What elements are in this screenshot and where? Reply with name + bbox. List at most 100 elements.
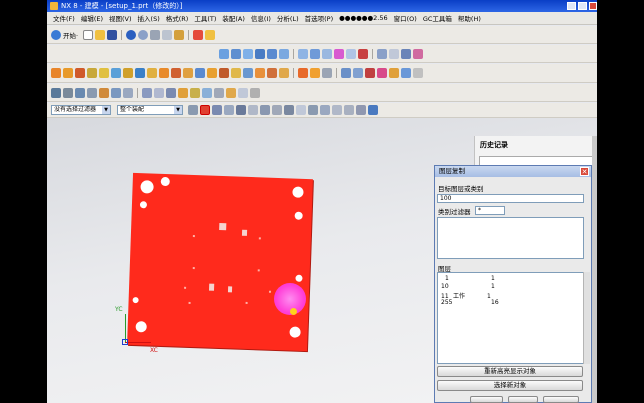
trim-curve-icon[interactable] — [202, 87, 212, 98]
offset-curve-icon[interactable] — [142, 87, 152, 98]
layer-list-scrollbar[interactable] — [583, 272, 590, 364]
apply-button[interactable] — [508, 396, 538, 403]
shell-icon[interactable] — [243, 68, 253, 78]
bounding-box-icon[interactable] — [368, 105, 378, 115]
layer-row[interactable]: 255 16 — [441, 299, 499, 306]
command-finder-icon[interactable] — [205, 29, 216, 40]
mirror-icon[interactable] — [310, 68, 320, 78]
line-icon[interactable] — [51, 87, 61, 98]
pan-icon[interactable] — [255, 48, 265, 59]
start-button[interactable]: 开始· — [63, 30, 78, 40]
menu-help[interactable]: 帮助(H) — [458, 13, 481, 23]
point-on-curve-icon[interactable] — [344, 105, 354, 115]
menu-assembly[interactable]: 装配(A) — [222, 13, 245, 23]
menu-plugin[interactable]: ●●●●●●2.56 — [339, 14, 388, 22]
intersect-icon[interactable] — [183, 68, 193, 78]
intersect-curve-icon[interactable] — [166, 87, 176, 98]
start-icon[interactable] — [51, 29, 61, 40]
type-filter-dropdown[interactable]: 没有选择过滤器 ▼ — [51, 105, 111, 115]
curve-length-icon[interactable] — [238, 87, 248, 98]
menu-view[interactable]: 视图(V) — [109, 13, 132, 23]
trim-body-icon[interactable] — [195, 68, 205, 78]
more-curve-icon[interactable] — [250, 87, 260, 98]
extrude-icon[interactable] — [63, 68, 73, 78]
cut-icon[interactable] — [150, 29, 161, 40]
boss-icon[interactable] — [99, 68, 109, 78]
arc-icon[interactable] — [63, 87, 73, 98]
slot-icon[interactable] — [135, 68, 145, 78]
blend-icon[interactable] — [255, 68, 265, 78]
box-select-icon[interactable] — [224, 105, 234, 115]
menu-analysis[interactable]: 分析(L) — [277, 13, 299, 23]
layer-row[interactable]: 11 — [441, 275, 495, 282]
layer-visible-icon[interactable] — [310, 48, 320, 59]
scope-dropdown[interactable]: 整个装配 ▼ — [117, 105, 183, 115]
wcs-icon[interactable] — [346, 48, 356, 59]
draft-icon[interactable] — [279, 68, 289, 78]
plus-icon[interactable] — [413, 48, 423, 59]
measure-icon[interactable] — [377, 48, 387, 59]
offset-icon[interactable] — [219, 68, 229, 78]
layer-list[interactable]: 11 10 1 11 工作 1 255 16 — [437, 272, 584, 364]
layer-settings-icon[interactable] — [298, 48, 308, 59]
through-curves-icon[interactable] — [353, 68, 363, 78]
join-curve-icon[interactable] — [190, 87, 200, 98]
spline-icon[interactable] — [99, 87, 109, 98]
edit-curve-icon[interactable] — [226, 87, 236, 98]
menu-edit[interactable]: 编辑(E) — [81, 13, 103, 23]
move-to-layer-icon[interactable] — [322, 48, 332, 59]
orient-view-icon[interactable] — [267, 48, 277, 59]
category-list[interactable] — [437, 217, 584, 259]
menu-format[interactable]: 格式(R) — [166, 13, 189, 23]
ruler-icon[interactable] — [389, 48, 399, 59]
maximize-button[interactable] — [578, 2, 587, 10]
hole-icon[interactable] — [87, 68, 97, 78]
delete-icon[interactable] — [193, 29, 204, 40]
subtract-icon[interactable] — [171, 68, 181, 78]
revolve-icon[interactable] — [75, 68, 85, 78]
point-icon[interactable] — [248, 105, 258, 115]
part-plate[interactable] — [127, 172, 313, 352]
redo-icon[interactable] — [138, 29, 149, 40]
split-body-icon[interactable] — [207, 68, 217, 78]
menu-preferences[interactable]: 首选项(P) — [305, 13, 334, 23]
minimize-button[interactable] — [567, 2, 576, 10]
pattern-icon[interactable] — [298, 68, 308, 78]
control-point-icon[interactable] — [284, 105, 294, 115]
fit-icon[interactable] — [219, 48, 229, 59]
open-folder-icon[interactable] — [95, 29, 106, 40]
unite-icon[interactable] — [159, 68, 169, 78]
select-all-icon[interactable] — [188, 105, 198, 115]
rectangle-icon[interactable] — [75, 87, 85, 98]
mid-point-icon[interactable] — [272, 105, 282, 115]
extract-geometry-icon[interactable] — [401, 68, 411, 78]
copy-icon[interactable] — [162, 29, 173, 40]
thicken-icon[interactable] — [231, 68, 241, 78]
divide-curve-icon[interactable] — [214, 87, 224, 98]
sync-modeling-icon[interactable] — [322, 68, 332, 78]
rehighlight-objects-button[interactable]: 重新高亮显示对象 — [437, 366, 583, 377]
bounded-plane-icon[interactable] — [365, 68, 375, 78]
polygon-icon[interactable] — [87, 87, 97, 98]
layer-row[interactable]: 10 1 — [441, 283, 495, 290]
undo-selection-icon[interactable] — [212, 105, 222, 115]
patch-icon[interactable] — [389, 68, 399, 78]
pocket-icon[interactable] — [111, 68, 121, 78]
resource-bar[interactable] — [592, 136, 597, 403]
text-curve-icon[interactable] — [123, 87, 133, 98]
close-window-button[interactable] — [589, 2, 597, 10]
bridge-curve-icon[interactable] — [178, 87, 188, 98]
groove-icon[interactable] — [147, 68, 157, 78]
paste-icon[interactable] — [174, 29, 185, 40]
target-layer-input[interactable]: 100 — [437, 194, 584, 203]
surface-icon[interactable] — [341, 68, 351, 78]
sketch-icon[interactable] — [51, 68, 61, 78]
end-point-icon[interactable] — [260, 105, 270, 115]
rotate-icon[interactable] — [243, 48, 253, 59]
sew-icon[interactable] — [377, 68, 387, 78]
point-on-face-icon[interactable] — [356, 105, 366, 115]
helix-icon[interactable] — [111, 87, 121, 98]
arc-center-icon[interactable] — [308, 105, 318, 115]
info-icon[interactable] — [401, 48, 411, 59]
intersection-point-icon[interactable] — [296, 105, 306, 115]
